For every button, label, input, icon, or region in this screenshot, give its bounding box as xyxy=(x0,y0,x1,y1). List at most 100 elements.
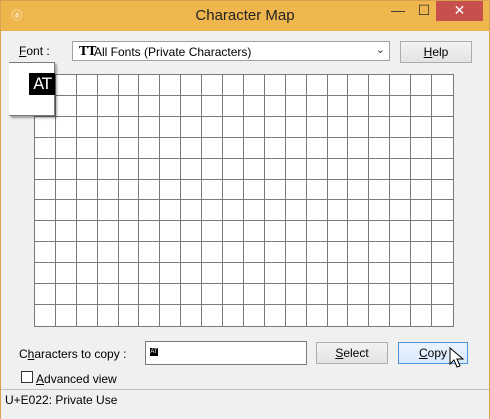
character-cell[interactable] xyxy=(97,263,119,285)
character-cell[interactable] xyxy=(285,95,307,117)
character-cell[interactable] xyxy=(181,95,203,117)
character-cell[interactable] xyxy=(369,137,391,159)
character-cell[interactable] xyxy=(432,242,453,264)
character-cell[interactable] xyxy=(76,221,98,243)
character-cell[interactable] xyxy=(223,116,244,138)
character-cell[interactable] xyxy=(285,242,307,264)
character-cell[interactable] xyxy=(202,221,224,243)
character-cell[interactable] xyxy=(76,158,98,180)
character-cell[interactable] xyxy=(56,305,77,326)
character-cell[interactable] xyxy=(327,75,349,96)
character-cell[interactable] xyxy=(202,179,224,201)
character-cell[interactable] xyxy=(97,75,119,96)
character-cell[interactable] xyxy=(390,200,412,222)
character-cell[interactable] xyxy=(369,158,391,180)
character-cell[interactable] xyxy=(139,75,161,96)
character-cell[interactable] xyxy=(285,158,307,180)
character-cell[interactable] xyxy=(202,263,224,285)
character-cell[interactable] xyxy=(285,284,307,306)
character-cell[interactable] xyxy=(432,263,453,285)
character-cell[interactable] xyxy=(369,263,391,285)
character-cell[interactable] xyxy=(181,263,203,285)
character-cell[interactable] xyxy=(432,96,453,117)
character-cell[interactable] xyxy=(285,200,307,222)
character-cell[interactable] xyxy=(244,305,265,326)
character-cell[interactable] xyxy=(98,305,119,326)
character-cell[interactable] xyxy=(139,116,161,138)
character-cell[interactable] xyxy=(369,221,391,243)
character-cell[interactable] xyxy=(55,116,77,138)
character-cell[interactable] xyxy=(181,75,203,96)
advanced-view-label[interactable]: Advanced view xyxy=(36,372,117,386)
character-cell[interactable] xyxy=(390,137,412,159)
character-cell[interactable] xyxy=(327,242,349,264)
character-cell[interactable] xyxy=(432,117,453,138)
character-cell[interactable] xyxy=(327,221,349,243)
character-cell[interactable] xyxy=(264,200,286,222)
character-cell[interactable] xyxy=(411,263,433,285)
character-cell[interactable] xyxy=(181,200,203,222)
character-cell[interactable] xyxy=(411,305,433,326)
character-cell[interactable] xyxy=(76,95,98,117)
character-cell[interactable] xyxy=(97,137,119,159)
character-cell[interactable] xyxy=(118,284,140,306)
character-cell[interactable] xyxy=(369,200,391,222)
character-cell[interactable] xyxy=(327,137,349,159)
character-cell[interactable] xyxy=(223,221,244,243)
character-cell[interactable] xyxy=(97,116,119,138)
character-cell[interactable] xyxy=(97,221,119,243)
character-cell[interactable] xyxy=(369,284,391,306)
character-cell[interactable] xyxy=(35,221,56,243)
character-cell[interactable] xyxy=(390,284,412,306)
character-cell[interactable] xyxy=(348,305,370,326)
character-cell[interactable] xyxy=(97,179,119,201)
character-cell[interactable] xyxy=(118,200,140,222)
character-cell[interactable] xyxy=(432,284,453,306)
close-button[interactable]: ✕ xyxy=(436,1,483,21)
character-cell[interactable] xyxy=(411,179,433,201)
character-cell[interactable] xyxy=(390,263,412,285)
character-cell[interactable] xyxy=(306,284,328,306)
character-cell[interactable] xyxy=(411,221,433,243)
character-cell[interactable] xyxy=(97,242,119,264)
character-cell[interactable] xyxy=(118,263,140,285)
character-cell[interactable] xyxy=(160,242,182,264)
character-cell[interactable] xyxy=(76,284,98,306)
character-cell[interactable] xyxy=(369,116,391,138)
character-cell[interactable] xyxy=(243,116,265,138)
character-cell[interactable] xyxy=(35,242,56,264)
character-cell[interactable] xyxy=(432,180,453,201)
character-cell[interactable] xyxy=(119,305,140,326)
character-cell[interactable] xyxy=(202,305,224,326)
character-cell[interactable] xyxy=(160,284,182,306)
character-cell[interactable] xyxy=(223,305,244,326)
character-cell[interactable] xyxy=(411,284,433,306)
character-cell[interactable] xyxy=(243,263,265,285)
maximize-button[interactable]: ☐ xyxy=(411,1,437,21)
character-cell[interactable] xyxy=(139,200,161,222)
character-cell[interactable] xyxy=(285,263,307,285)
character-cell[interactable] xyxy=(118,179,140,201)
character-cell[interactable] xyxy=(223,158,244,180)
character-cell[interactable] xyxy=(55,242,77,264)
character-cell[interactable] xyxy=(77,305,98,326)
character-cell[interactable] xyxy=(35,158,56,180)
character-cell[interactable] xyxy=(327,95,349,117)
character-cell[interactable] xyxy=(348,137,370,159)
character-cell[interactable] xyxy=(160,305,182,326)
character-cell[interactable] xyxy=(348,284,370,306)
character-cell[interactable] xyxy=(432,221,453,243)
character-cell[interactable] xyxy=(390,116,412,138)
character-cell[interactable] xyxy=(202,137,224,159)
character-cell[interactable] xyxy=(97,95,119,117)
character-cell[interactable] xyxy=(223,75,244,96)
character-cell[interactable] xyxy=(139,179,161,201)
minimize-button[interactable]: — xyxy=(385,1,411,21)
character-cell[interactable] xyxy=(348,75,370,96)
character-cell[interactable] xyxy=(327,200,349,222)
character-cell[interactable] xyxy=(306,75,328,96)
character-cell[interactable] xyxy=(35,137,56,159)
character-cell[interactable] xyxy=(35,116,56,138)
character-cell[interactable] xyxy=(76,137,98,159)
character-cell[interactable] xyxy=(223,95,244,117)
